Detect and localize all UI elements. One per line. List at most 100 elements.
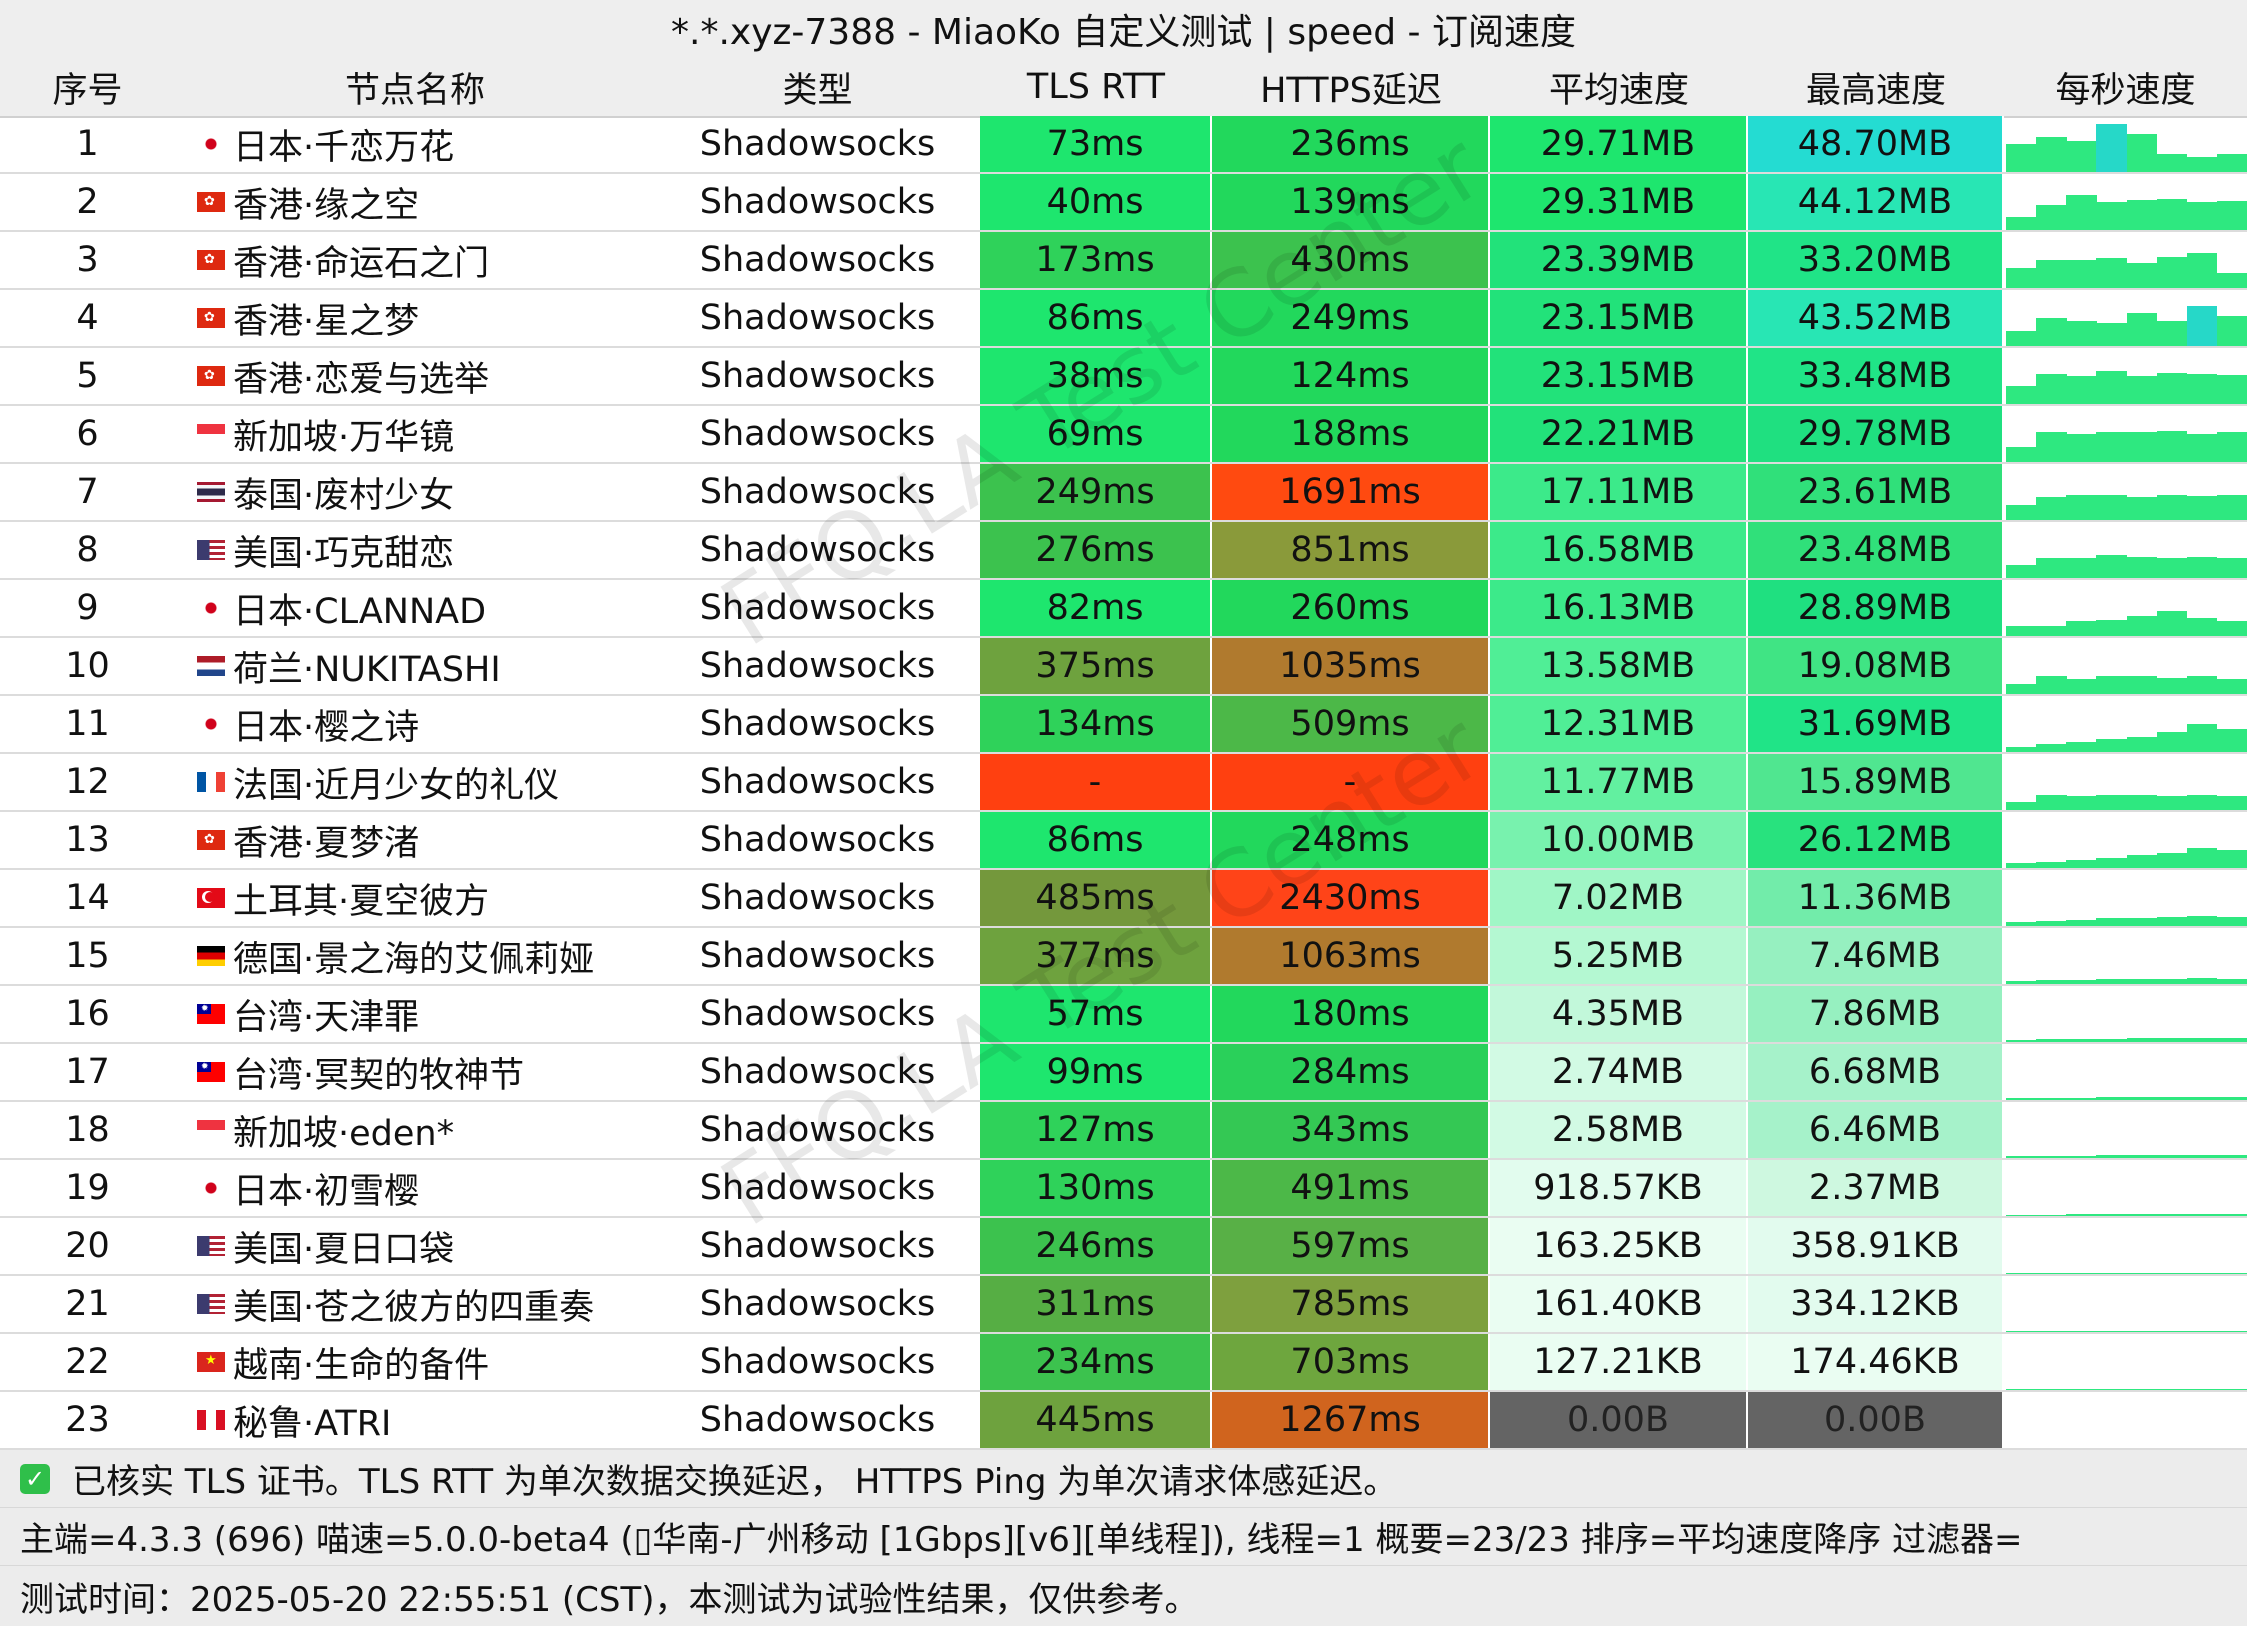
table-row[interactable]: 8 美国·巧克甜恋 Shadowsocks 276ms 851ms 16.58MB 23.4… xyxy=(0,522,2247,580)
table-row[interactable]: 1 日本·千恋万花 Shadowsocks 73ms 236ms 29.71MB 48.70… xyxy=(0,116,2247,174)
row-type: Shadowsocks xyxy=(699,472,936,512)
speed-bar xyxy=(2036,744,2067,752)
per-second-speed-sparkline xyxy=(2006,990,2247,1042)
row-max-speed: 28.89MB xyxy=(1748,580,2004,636)
speed-bar xyxy=(2006,1098,2037,1100)
row-avg-speed: 29.71MB xyxy=(1490,116,1748,172)
node-name-text: 德国·景之海的艾佩莉娅 xyxy=(233,939,595,980)
header-node-name[interactable]: 节点名称 xyxy=(175,58,655,116)
table-row[interactable]: 11 日本·樱之诗 Shadowsocks 134ms 509ms 12.31MB 31.6… xyxy=(0,696,2247,754)
table-row[interactable]: 21 美国·苍之彼方的四重奏 Shadowsocks 311ms 785ms 161.40… xyxy=(0,1276,2247,1334)
table-row[interactable]: 6 新加坡·万华镜 Shadowsocks 69ms 188ms 22.21MB 29.78… xyxy=(0,406,2247,464)
row-max-speed: 6.68MB xyxy=(1748,1044,2004,1100)
speed-bar xyxy=(2156,1273,2188,1274)
header-tls-rtt[interactable]: TLS RTT xyxy=(980,58,1212,116)
node-name-text: 法国·近月少女的礼仪 xyxy=(233,765,560,806)
row-tls-rtt: 377ms xyxy=(980,928,1212,984)
table-row[interactable]: 3 ✿ 香港·命运石之门 Shadowsocks 173ms 430ms 23.39MB 33… xyxy=(0,232,2247,290)
speed-bar xyxy=(2186,848,2218,868)
node-name-text: 台湾·冥契的牧神节 xyxy=(233,1055,525,1096)
table-row[interactable]: 10 荷兰·NUKITASHI Shadowsocks 375ms 1035ms 13.5… xyxy=(0,638,2247,696)
row-index: 7 xyxy=(76,472,99,512)
table-row[interactable]: 4 ✿ 香港·星之梦 Shadowsocks 86ms 249ms 23.15MB 43.52… xyxy=(0,290,2247,348)
table-row[interactable]: 2 ✿ 香港·缘之空 Shadowsocks 40ms 139ms 29.31MB 44.12… xyxy=(0,174,2247,232)
row-avg-speed: 16.58MB xyxy=(1490,522,1748,578)
table-row[interactable]: 17 ✹ 台湾·冥契的牧神节 Shadowsocks 99ms 284ms 2.74MB 6.… xyxy=(0,1044,2247,1102)
row-avg-speed: 5.25MB xyxy=(1490,928,1748,984)
speed-bar xyxy=(2216,432,2247,462)
pe-flag-icon xyxy=(197,1410,225,1430)
row-avg-speed: 23.39MB xyxy=(1490,232,1748,288)
row-type: Shadowsocks xyxy=(699,704,936,744)
speed-bar xyxy=(2156,373,2188,404)
speed-bar xyxy=(2006,1040,2037,1042)
header-avg-speed[interactable]: 平均速度 xyxy=(1490,58,1748,116)
row-avg-speed: 29.31MB xyxy=(1490,174,1748,230)
row-node-name: 美国·夏日口袋 xyxy=(175,1218,655,1274)
table-row[interactable]: 9 日本·CLANNAD Shadowsocks 82ms 260ms 16.13MB 28… xyxy=(0,580,2247,638)
speed-bar xyxy=(2066,1098,2097,1100)
row-avg-speed: 23.15MB xyxy=(1490,348,1748,404)
per-second-speed-sparkline xyxy=(2006,178,2247,230)
speed-bar xyxy=(2156,979,2188,984)
speed-bar xyxy=(2006,863,2037,868)
table-row[interactable]: 16 ✹ 台湾·天津罪 Shadowsocks 57ms 180ms 4.35MB 7.86M… xyxy=(0,986,2247,1044)
speed-bar xyxy=(2066,1273,2097,1274)
table-row[interactable]: 23 秘鲁·ATRI Shadowsocks 445ms 1267ms 0.00B 0.00… xyxy=(0,1392,2247,1450)
header-type[interactable]: 类型 xyxy=(655,58,980,116)
speed-bar xyxy=(2156,853,2188,868)
row-tls-rtt: 375ms xyxy=(980,638,1212,694)
row-tls-rtt: 130ms xyxy=(980,1160,1212,1216)
speed-bar xyxy=(2126,795,2158,810)
row-type: Shadowsocks xyxy=(699,762,936,802)
sg-flag-icon xyxy=(197,424,225,444)
hk-flag-icon: ✿ xyxy=(197,250,225,270)
row-index: 14 xyxy=(65,878,110,918)
speed-bar xyxy=(2066,742,2097,752)
speed-bar xyxy=(2036,1215,2067,1216)
hk-flag-icon: ✿ xyxy=(197,830,225,850)
table-row[interactable]: 12 法国·近月少女的礼仪 Shadowsocks - -11.77MB 15.89MB xyxy=(0,754,2247,812)
node-name-text: 新加坡·万华镜 xyxy=(233,417,455,458)
node-name-text: 香港·缘之空 xyxy=(233,185,420,226)
row-index: 21 xyxy=(65,1284,110,1324)
speed-bar xyxy=(2036,318,2067,346)
speed-bar xyxy=(2006,802,2037,810)
speed-bar xyxy=(2126,1331,2158,1332)
node-name-text: 香港·恋爱与选举 xyxy=(233,359,490,400)
speed-bar xyxy=(2186,1155,2218,1158)
speed-bar xyxy=(2066,1039,2097,1042)
speed-bar xyxy=(2096,795,2127,810)
table-row[interactable]: 13 ✿ 香港·夏梦渚 Shadowsocks 86ms 248ms 10.00MB 26.1… xyxy=(0,812,2247,870)
row-max-speed: 2.37MB xyxy=(1748,1160,2004,1216)
speed-bar xyxy=(2036,921,2067,926)
table-row[interactable]: 5 ✿ 香港·恋爱与选举 Shadowsocks 38ms 124ms 23.15MB 33.… xyxy=(0,348,2247,406)
row-node-name: 德国·景之海的艾佩莉娅 xyxy=(175,928,655,984)
table-row[interactable]: 15 德国·景之海的艾佩莉娅 Shadowsocks 377ms 1063ms 5.25M… xyxy=(0,928,2247,986)
row-avg-speed: 12.31MB xyxy=(1490,696,1748,752)
speed-bar xyxy=(2186,1389,2218,1390)
table-row[interactable]: 19 日本·初雪樱 Shadowsocks 130ms 491ms 918.57KB 2.3… xyxy=(0,1160,2247,1218)
speed-bar xyxy=(2036,795,2067,810)
header-https-latency[interactable]: HTTPS延迟 xyxy=(1212,58,1490,116)
table-row[interactable]: 7 泰国·废村少女 Shadowsocks 249ms 1691ms 17.11MB 23.… xyxy=(0,464,2247,522)
table-row[interactable]: 18 新加坡·eden* Shadowsocks 127ms 343ms 2.58MB 6.… xyxy=(0,1102,2247,1160)
row-index: 23 xyxy=(65,1400,110,1440)
row-type: Shadowsocks xyxy=(699,530,936,570)
speed-bar xyxy=(2216,679,2247,694)
table-row[interactable]: 20 美国·夏日口袋 Shadowsocks 246ms 597ms 163.25KB 35… xyxy=(0,1218,2247,1276)
footer-tls-note: ✓ 已核实 TLS 证书。TLS RTT 为单次数据交换延迟， HTTPS Pi… xyxy=(0,1450,2247,1508)
row-max-speed: 23.61MB xyxy=(1748,464,2004,520)
row-index: 22 xyxy=(65,1342,110,1382)
table-row[interactable]: 14 土耳其·夏空彼方 Shadowsocks 485ms 2430ms 7.02MB 11… xyxy=(0,870,2247,928)
speed-bar xyxy=(2216,1155,2247,1158)
table-row[interactable]: 22 ★ 越南·生命的备件 Shadowsocks 234ms 703ms 127.21KB… xyxy=(0,1334,2247,1392)
speed-bar xyxy=(2126,855,2158,868)
header-per-second-speed[interactable]: 每秒速度 xyxy=(2004,58,2247,116)
jp-flag-icon xyxy=(197,714,225,734)
header-max-speed[interactable]: 最高速度 xyxy=(1748,58,2004,116)
node-name-text: 美国·夏日口袋 xyxy=(233,1229,455,1270)
header-index[interactable]: 序号 xyxy=(0,58,175,116)
speed-bar xyxy=(2126,979,2158,984)
row-index: 8 xyxy=(76,530,99,570)
